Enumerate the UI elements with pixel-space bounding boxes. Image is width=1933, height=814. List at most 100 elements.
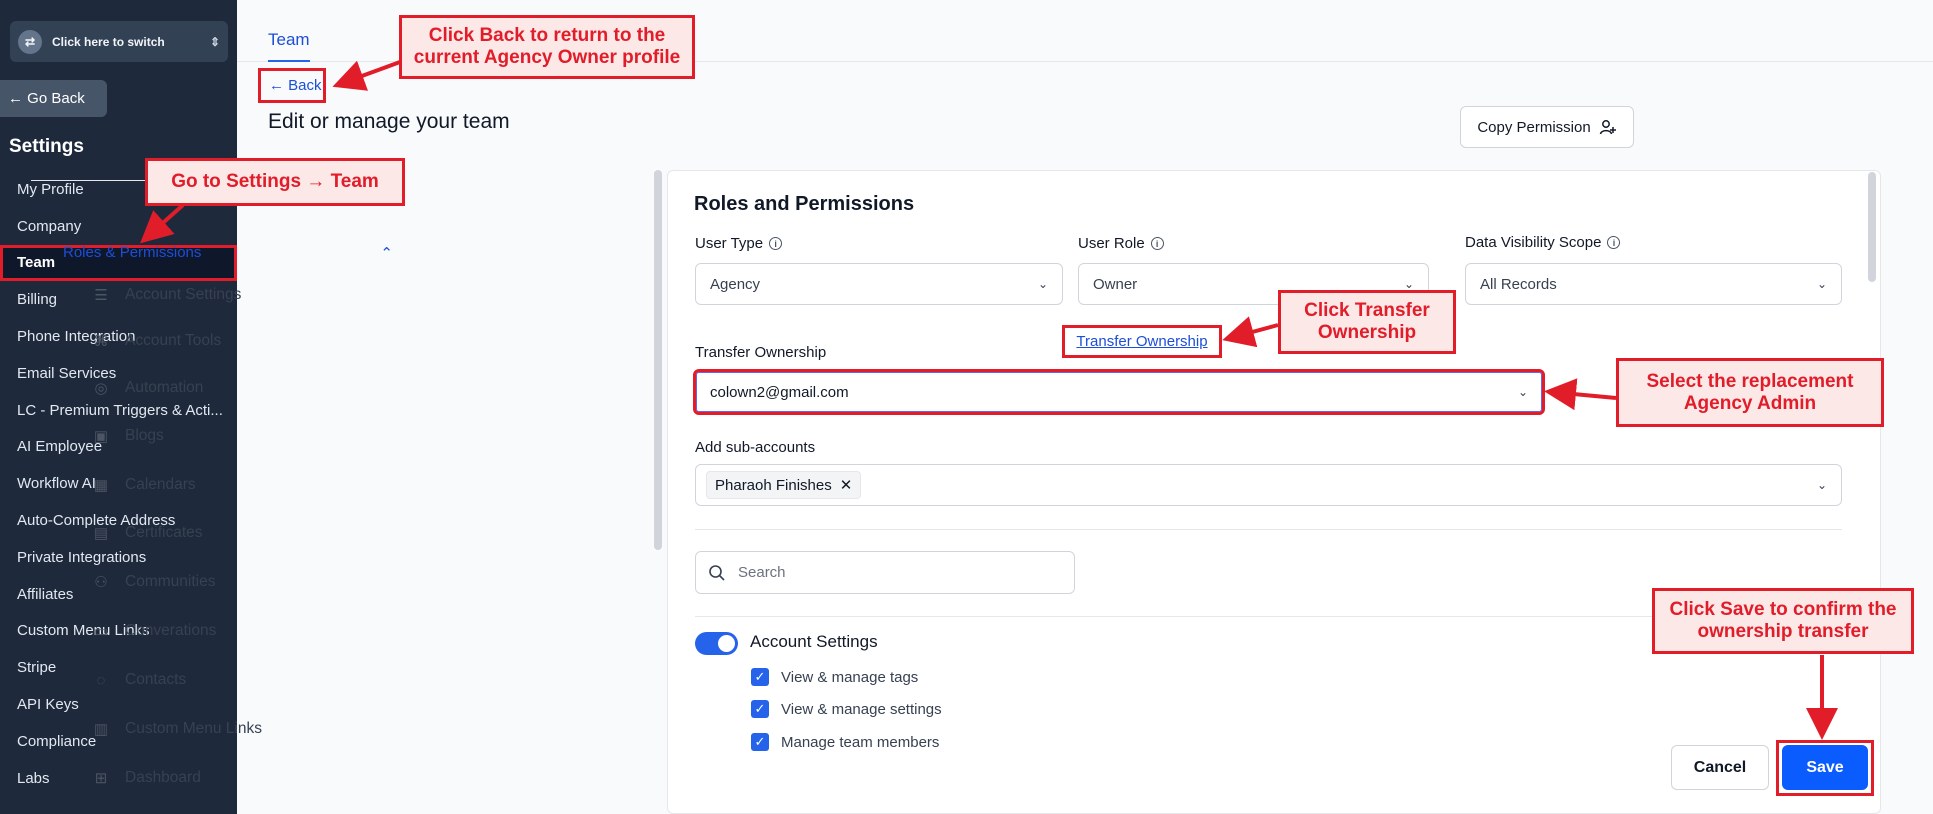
submenu-item-calendars[interactable]: ▦ Calendars	[91, 475, 196, 495]
subaccounts-label: Add sub-accounts	[695, 439, 815, 456]
roles-permissions-header[interactable]: Roles & Permissions ⌃	[63, 244, 393, 262]
settings-title: Settings	[9, 136, 84, 157]
section-divider	[695, 529, 1842, 530]
scope-text: Data Visibility Scope	[1465, 234, 1602, 251]
submenu-item-blogs[interactable]: ▣ Blogs	[91, 426, 164, 446]
chevron-updown-icon: ⇕	[209, 34, 220, 49]
save-button[interactable]: Save	[1782, 745, 1868, 790]
callout-transfer: Click Transfer Ownership	[1278, 290, 1456, 354]
chevron-down-icon: ⌄	[1403, 277, 1414, 291]
submenu-item-contacts[interactable]: ◌ Contacts	[91, 670, 187, 690]
permission-label: Manage team members	[781, 733, 940, 751]
callout-select: Select the replacement Agency Admin	[1616, 358, 1884, 427]
list-icon: ▥	[93, 721, 109, 738]
scope-value: All Records	[1480, 275, 1557, 293]
submenu-item-label: Account Tools	[125, 332, 222, 349]
close-icon[interactable]: ✕	[840, 476, 853, 494]
transfer-ownership-link[interactable]: Transfer Ownership	[1062, 325, 1222, 358]
user-role-value: Owner	[1093, 275, 1138, 293]
tab-team[interactable]: Team	[268, 30, 310, 62]
transfer-ownership-select[interactable]: colown2@gmail.com ⌄	[693, 369, 1545, 415]
submenu-item-custom-menu-links[interactable]: ▥ Custom Menu Links	[91, 719, 262, 739]
copy-permission-label: Copy Permission	[1477, 118, 1591, 136]
permission-row[interactable]: ✓ View & manage settings	[751, 700, 942, 718]
callout-save: Click Save to confirm the ownership tran…	[1652, 588, 1914, 654]
search-input[interactable]: Search	[695, 551, 1075, 594]
submenu-item-account-settings[interactable]: ☰ Account Settings	[91, 285, 241, 305]
copy-permission-button[interactable]: Copy Permission	[1460, 106, 1634, 148]
checkbox-checked-icon[interactable]: ✓	[751, 700, 769, 718]
switch-user-icon: ⇄	[18, 29, 42, 54]
calendar-icon: ▦	[93, 477, 109, 494]
scope-select[interactable]: All Records ⌄	[1465, 263, 1842, 305]
submenu-item-automation[interactable]: ◎ Automation	[91, 378, 203, 398]
scope-label: Data Visibility Scope i	[1465, 234, 1621, 251]
user-type-select[interactable]: Agency ⌄	[695, 263, 1063, 305]
permission-label: View & manage settings	[781, 700, 942, 718]
cancel-button[interactable]: Cancel	[1671, 745, 1769, 790]
user-type-label: User Type i	[695, 235, 783, 252]
checkbox-checked-icon[interactable]: ✓	[751, 733, 769, 751]
grid-icon: ⊞	[94, 770, 108, 787]
account-settings-toggle[interactable]	[695, 632, 738, 655]
certificate-icon: ▤	[93, 525, 109, 542]
user-type-value: Agency	[710, 275, 761, 293]
target-icon: ◎	[94, 380, 108, 397]
submenu-item-label: Dashboard	[125, 769, 201, 786]
chevron-down-icon: ⌄	[1816, 478, 1827, 492]
submenu-item-label: Account Settings	[125, 286, 242, 303]
chat-icon: ◌	[96, 671, 106, 689]
account-settings-toggle-label: Account Settings	[750, 632, 878, 651]
submenu-item-label: Converations	[125, 622, 217, 639]
permission-label: View & manage tags	[781, 668, 919, 686]
permissions-submenu: Roles & Permissions ⌃ ☰ Account Settings …	[31, 170, 406, 814]
checkbox-checked-icon[interactable]: ✓	[751, 668, 769, 686]
search-icon	[709, 564, 725, 581]
subaccount-chip: Pharaoh Finishes ✕	[706, 471, 862, 499]
chevron-down-icon: ⌄	[1517, 385, 1528, 399]
transfer-ownership-value: colown2@gmail.com	[710, 383, 849, 401]
submenu-item-communities[interactable]: ⚇ Communities	[91, 572, 215, 592]
switcher-label: Click here to switch	[52, 34, 165, 49]
submenu-item-conversations[interactable]: ▭ Converations	[91, 621, 216, 641]
subaccounts-text: Add sub-accounts	[695, 439, 816, 456]
permission-row[interactable]: ✓ Manage team members	[751, 733, 939, 751]
info-icon: i	[769, 237, 783, 250]
subaccounts-select[interactable]: Pharaoh Finishes ✕ ⌄	[695, 464, 1842, 506]
submenu-item-account-tools[interactable]: ⌘ Account Tools	[91, 331, 222, 351]
go-back-button[interactable]: ← Go Back	[0, 80, 107, 117]
user-type-text: User Type	[695, 235, 764, 252]
permission-row[interactable]: ✓ View & manage tags	[751, 668, 918, 686]
account-switcher[interactable]: ⇄ Click here to switch ⇕	[10, 21, 228, 62]
submenu-item-label: Contacts	[125, 671, 187, 688]
search-placeholder: Search	[738, 564, 786, 581]
submenu-item-label: Custom Menu Links	[125, 720, 262, 737]
panel-scrollbar[interactable]	[1868, 172, 1876, 282]
chevron-up-icon: ⌃	[380, 245, 393, 262]
people-icon: ⚇	[94, 574, 108, 591]
user-role-label: User Role i	[1078, 235, 1164, 252]
submenu-item-label: Communities	[125, 573, 216, 590]
back-link[interactable]: ← Back	[258, 68, 326, 103]
inbox-icon: ▭	[93, 623, 109, 640]
transfer-ownership-text: Transfer Ownership	[695, 344, 827, 361]
submenu-item-label: Blogs	[125, 427, 164, 444]
user-plus-icon	[1599, 120, 1616, 135]
submenu-item-certificates[interactable]: ▤ Certificates	[91, 523, 203, 543]
submenu-scrollbar[interactable]	[654, 170, 662, 550]
toggles-icon: ☰	[94, 287, 108, 304]
callout-back: Click Back to return to the current Agen…	[399, 15, 695, 79]
submenu-item-dashboard[interactable]: ⊞ Dashboard	[91, 768, 201, 788]
info-icon: i	[1150, 237, 1164, 250]
info-icon: i	[1607, 236, 1621, 249]
chevron-down-icon: ⌄	[1816, 277, 1827, 291]
submenu-item-label: Certificates	[125, 524, 203, 541]
roles-permissions-label: Roles & Permissions	[63, 244, 202, 261]
command-icon: ⌘	[93, 333, 109, 350]
page-title: Edit or manage your team	[268, 110, 510, 133]
submenu-item-label: Calendars	[125, 476, 196, 493]
blog-icon: ▣	[93, 428, 109, 445]
subaccount-chip-label: Pharaoh Finishes	[715, 476, 832, 494]
panel-title: Roles and Permissions	[694, 193, 915, 215]
submenu-item-label: Automation	[125, 379, 204, 396]
